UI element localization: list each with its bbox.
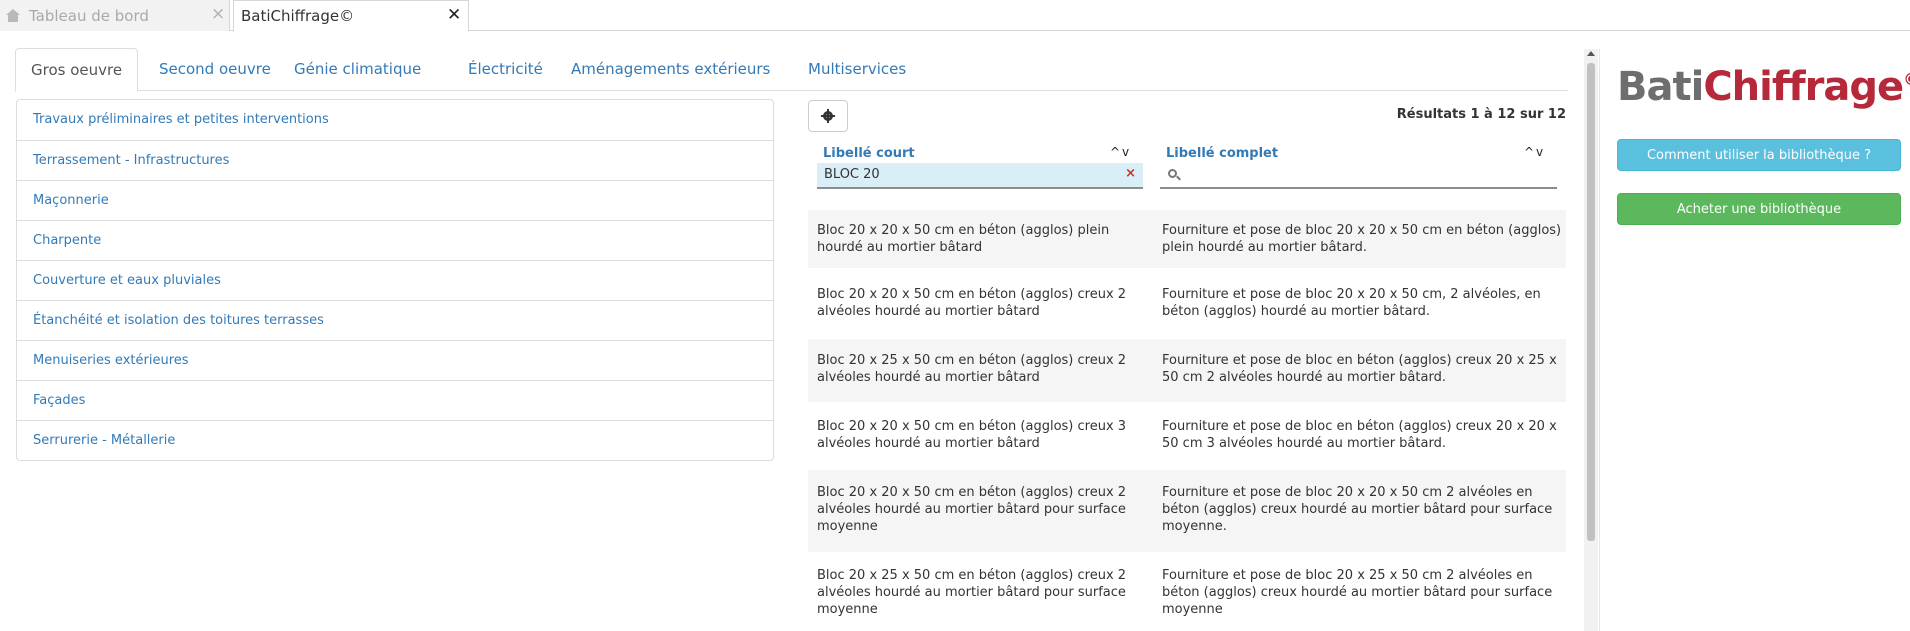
- cell-full-label: Fourniture et pose de bloc en béton (agg…: [1162, 353, 1557, 385]
- tab-second-oeuvre[interactable]: Second oeuvre: [144, 48, 286, 91]
- clear-filter-icon[interactable]: ×: [1125, 166, 1136, 181]
- cell-short-label: Bloc 20 x 25 x 50 cm en béton (agglos) c…: [817, 568, 1127, 617]
- close-icon[interactable]: ✕: [447, 7, 461, 24]
- home-icon: [6, 8, 20, 23]
- app-tab-batichiffrage-label: BatiChiffrage©: [241, 7, 355, 25]
- logo-part-bati: Bati: [1617, 64, 1704, 110]
- results-count: Résultats 1 à 12 sur 12: [1396, 107, 1566, 122]
- cell-short-label: Bloc 20 x 20 x 50 cm en béton (agglos) p…: [817, 223, 1110, 255]
- cell-short-label: Bloc 20 x 25 x 50 cm en béton (agglos) c…: [817, 353, 1127, 385]
- app-tab-batichiffrage[interactable]: BatiChiffrage© ✕: [233, 0, 469, 32]
- list-item[interactable]: Maçonnerie: [17, 180, 773, 220]
- list-item[interactable]: Menuiseries extérieures: [17, 340, 773, 380]
- logo-part-chiffrage: Chiffrage: [1703, 64, 1904, 110]
- tab-multiservices[interactable]: Multiservices: [793, 48, 921, 91]
- batichiffrage-logo: BatiChiffrage©: [1617, 64, 1910, 110]
- list-item[interactable]: Étanchéité et isolation des toitures ter…: [17, 300, 773, 340]
- table-row[interactable]: Bloc 20 x 25 x 50 cm en béton (agglos) c…: [808, 554, 1566, 631]
- list-item[interactable]: Couverture et eaux pluviales: [17, 260, 773, 300]
- cell-full-label: Fourniture et pose de bloc 20 x 20 x 50 …: [1162, 485, 1553, 534]
- app-tab-dashboard-label: Tableau de bord: [29, 6, 149, 25]
- cell-full-label: Fourniture et pose de bloc 20 x 20 x 50 …: [1162, 223, 1562, 255]
- sort-icon[interactable]: ^v: [1110, 145, 1131, 159]
- close-icon[interactable]: ×: [211, 6, 225, 23]
- gear-icon: [821, 109, 835, 123]
- divider: [1599, 49, 1600, 631]
- short-label-filter-input[interactable]: BLOC 20 ×: [817, 163, 1143, 189]
- buy-library-button[interactable]: Acheter une bibliothèque: [1617, 193, 1901, 225]
- cell-full-label: Fourniture et pose de bloc 20 x 20 x 50 …: [1162, 287, 1541, 319]
- cell-short-label: Bloc 20 x 20 x 50 cm en béton (agglos) c…: [817, 419, 1127, 451]
- full-label-filter: [1160, 163, 1557, 189]
- list-item[interactable]: Façades: [17, 380, 773, 420]
- category-tabs: Gros oeuvre Second oeuvre Génie climatiq…: [15, 48, 1568, 92]
- scrollbar-thumb[interactable]: [1587, 63, 1595, 541]
- help-button[interactable]: Comment utiliser la bibliothèque ?: [1617, 139, 1901, 171]
- list-item[interactable]: Travaux préliminaires et petites interve…: [17, 100, 773, 140]
- app-tab-dashboard[interactable]: Tableau de bord ×: [0, 0, 230, 31]
- table-row[interactable]: Bloc 20 x 20 x 50 cm en béton (agglos) p…: [808, 210, 1566, 268]
- app-tab-bar: Tableau de bord × BatiChiffrage© ✕: [0, 0, 1910, 32]
- short-label-filter-value: BLOC 20: [824, 167, 880, 182]
- tab-gros-oeuvre[interactable]: Gros oeuvre: [15, 48, 139, 92]
- sort-icon[interactable]: ^v: [1524, 145, 1545, 159]
- list-item[interactable]: Charpente: [17, 220, 773, 260]
- cell-short-label: Bloc 20 x 20 x 50 cm en béton (agglos) c…: [817, 287, 1127, 319]
- full-label-filter-input[interactable]: [1184, 165, 1544, 185]
- settings-button[interactable]: [808, 100, 848, 132]
- cell-short-label: Bloc 20 x 20 x 50 cm en béton (agglos) c…: [817, 485, 1127, 534]
- cell-full-label: Fourniture et pose de bloc 20 x 25 x 50 …: [1162, 568, 1553, 617]
- cell-full-label: Fourniture et pose de bloc en béton (agg…: [1162, 419, 1557, 451]
- table-row[interactable]: Bloc 20 x 20 x 50 cm en béton (agglos) c…: [808, 470, 1566, 552]
- subcategory-list: Travaux préliminaires et petites interve…: [16, 99, 774, 461]
- scroll-up-arrow-icon[interactable]: [1587, 51, 1595, 56]
- list-item[interactable]: Serrurerie - Métallerie: [17, 420, 773, 460]
- column-header-full-label[interactable]: Libellé complet: [1166, 146, 1278, 161]
- list-item[interactable]: Terrassement - Infrastructures: [17, 140, 773, 180]
- tab-electricite[interactable]: Électricité: [453, 48, 558, 91]
- table-row[interactable]: Bloc 20 x 25 x 50 cm en béton (agglos) c…: [808, 339, 1566, 402]
- logo-copyright-mark: ©: [1903, 70, 1910, 90]
- search-icon: [1168, 169, 1181, 181]
- tab-amenagements-exterieurs[interactable]: Aménagements extérieurs: [556, 48, 785, 91]
- table-row[interactable]: Bloc 20 x 20 x 50 cm en béton (agglos) c…: [808, 274, 1566, 336]
- tab-genie-climatique[interactable]: Génie climatique: [279, 48, 436, 91]
- column-header-short-label[interactable]: Libellé court: [823, 146, 915, 161]
- table-row[interactable]: Bloc 20 x 20 x 50 cm en béton (agglos) c…: [808, 405, 1566, 468]
